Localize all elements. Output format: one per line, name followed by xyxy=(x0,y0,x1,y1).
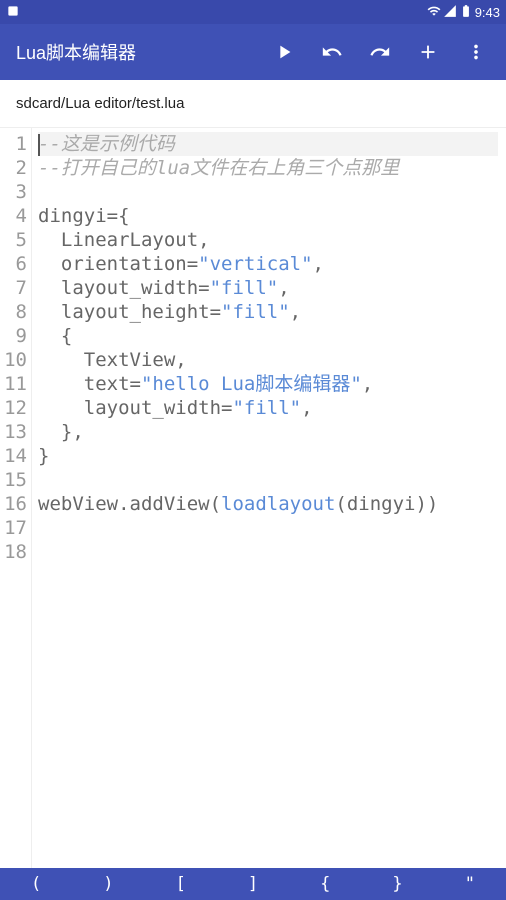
line-number: 5 xyxy=(0,228,27,252)
line-number: 17 xyxy=(0,516,27,540)
symbol-key[interactable]: ) xyxy=(72,868,144,900)
more-vert-icon xyxy=(465,41,487,63)
line-number: 1 xyxy=(0,132,27,156)
symbol-key[interactable]: [ xyxy=(145,868,217,900)
status-bar: 9:43 xyxy=(0,0,506,24)
code-token: "vertical" xyxy=(198,253,312,275)
code-token: layout_width= xyxy=(38,277,210,299)
code-line[interactable]: --打开自己的lua文件在右上角三个点那里 xyxy=(38,156,498,180)
code-token: "fill" xyxy=(210,277,279,299)
redo-icon xyxy=(369,41,391,63)
add-button[interactable] xyxy=(406,30,450,74)
code-line[interactable]: } xyxy=(38,444,498,468)
code-line[interactable] xyxy=(38,516,498,540)
line-number: 9 xyxy=(0,324,27,348)
code-line[interactable] xyxy=(38,180,498,204)
symbol-key[interactable]: { xyxy=(289,868,361,900)
symbol-key[interactable]: } xyxy=(361,868,433,900)
line-number: 7 xyxy=(0,276,27,300)
code-line[interactable]: layout_width="fill", xyxy=(38,396,498,420)
code-token: webView.addView( xyxy=(38,493,221,515)
code-token: dingyi={ xyxy=(38,205,130,227)
line-number: 13 xyxy=(0,420,27,444)
code-token: --这是示例代码 xyxy=(38,133,175,155)
line-number: 14 xyxy=(0,444,27,468)
code-line[interactable]: layout_width="fill", xyxy=(38,276,498,300)
code-token: layout_width= xyxy=(38,397,232,419)
code-line[interactable]: orientation="vertical", xyxy=(38,252,498,276)
line-number: 8 xyxy=(0,300,27,324)
code-line[interactable]: --这是示例代码 xyxy=(38,132,498,156)
code-token: TextView, xyxy=(38,349,187,371)
signal-icon xyxy=(443,4,457,21)
run-button[interactable] xyxy=(262,30,306,74)
line-number: 4 xyxy=(0,204,27,228)
code-token: }, xyxy=(38,421,84,443)
code-token: , xyxy=(301,397,312,419)
line-number: 18 xyxy=(0,540,27,564)
code-token: , xyxy=(278,277,289,299)
symbol-key[interactable]: ] xyxy=(217,868,289,900)
app-bar: Lua脚本编辑器 xyxy=(0,24,506,80)
code-line[interactable] xyxy=(38,540,498,564)
code-token: "fill" xyxy=(232,397,301,419)
code-line[interactable]: }, xyxy=(38,420,498,444)
line-number: 12 xyxy=(0,396,27,420)
code-token: orientation= xyxy=(38,253,198,275)
line-number: 2 xyxy=(0,156,27,180)
wifi-icon xyxy=(427,4,441,21)
symbol-key[interactable]: ( xyxy=(0,868,72,900)
code-token: LinearLayout, xyxy=(38,229,210,251)
line-number: 3 xyxy=(0,180,27,204)
symbol-bar: ()[]{}" xyxy=(0,868,506,900)
code-editor[interactable]: 123456789101112131415161718 --这是示例代码--打开… xyxy=(0,128,506,868)
plus-icon xyxy=(417,41,439,63)
breadcrumb[interactable]: sdcard/Lua editor/test.lua xyxy=(0,80,506,128)
code-line[interactable]: webView.addView(loadlayout(dingyi)) xyxy=(38,492,498,516)
redo-button[interactable] xyxy=(358,30,402,74)
notification-icon xyxy=(6,4,20,21)
battery-icon xyxy=(459,4,473,21)
code-token: --打开自己的lua文件在右上角三个点那里 xyxy=(38,157,399,179)
code-token: layout_height= xyxy=(38,301,221,323)
code-token: , xyxy=(290,301,301,323)
line-number: 16 xyxy=(0,492,27,516)
line-numbers: 123456789101112131415161718 xyxy=(0,128,32,868)
code-token: } xyxy=(38,445,49,467)
code-line[interactable]: LinearLayout, xyxy=(38,228,498,252)
code-line[interactable]: { xyxy=(38,324,498,348)
code-token: , xyxy=(313,253,324,275)
line-number: 10 xyxy=(0,348,27,372)
code-line[interactable] xyxy=(38,468,498,492)
code-token: "fill" xyxy=(221,301,290,323)
play-icon xyxy=(273,41,295,63)
line-number: 6 xyxy=(0,252,27,276)
code-line[interactable]: layout_height="fill", xyxy=(38,300,498,324)
line-number: 15 xyxy=(0,468,27,492)
code-content[interactable]: --这是示例代码--打开自己的lua文件在右上角三个点那里 dingyi={ Li… xyxy=(32,128,506,868)
symbol-key[interactable]: " xyxy=(434,868,506,900)
clock: 9:43 xyxy=(475,5,500,20)
code-line[interactable]: text="hello Lua脚本编辑器", xyxy=(38,372,498,396)
undo-icon xyxy=(321,41,343,63)
code-token: text= xyxy=(38,373,141,395)
code-token: (dingyi)) xyxy=(335,493,438,515)
code-token: loadlayout xyxy=(221,493,335,515)
page-title: Lua脚本编辑器 xyxy=(16,39,262,65)
code-line[interactable]: TextView, xyxy=(38,348,498,372)
code-token: { xyxy=(38,325,72,347)
undo-button[interactable] xyxy=(310,30,354,74)
code-token: "hello Lua脚本编辑器" xyxy=(141,373,362,395)
code-line[interactable]: dingyi={ xyxy=(38,204,498,228)
menu-button[interactable] xyxy=(454,30,498,74)
code-token: , xyxy=(362,373,373,395)
line-number: 11 xyxy=(0,372,27,396)
